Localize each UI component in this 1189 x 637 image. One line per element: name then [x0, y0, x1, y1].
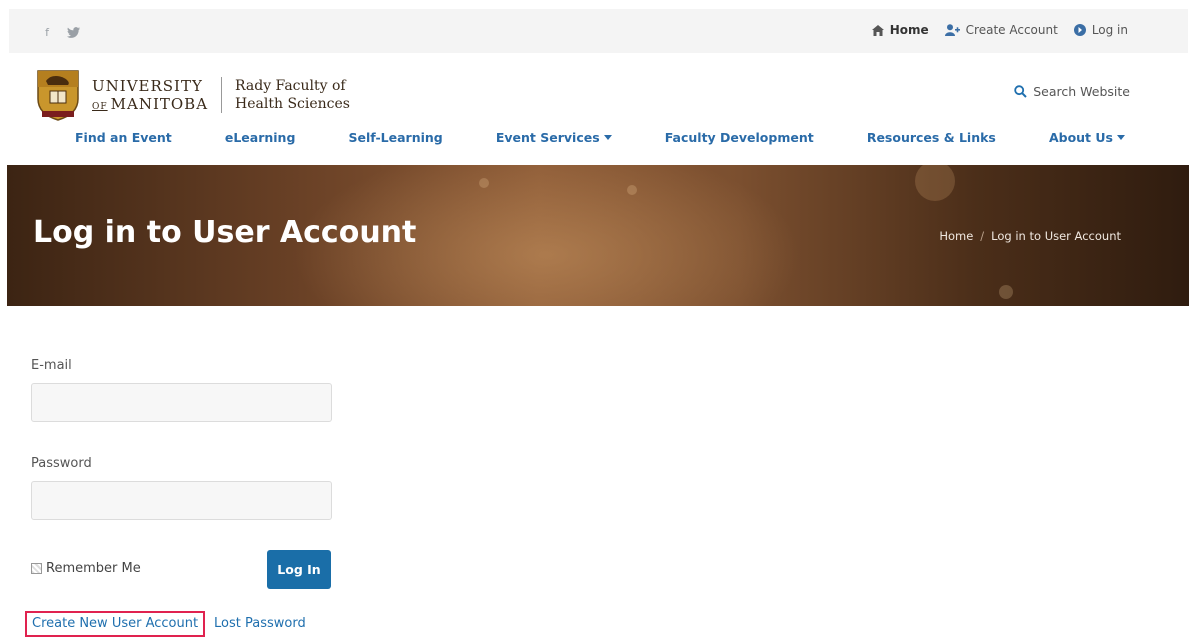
- university-name-manitoba: MANITOBA: [110, 95, 209, 113]
- faculty-name-line1: Rady Faculty of: [235, 78, 346, 94]
- remember-me-label: Remember Me: [46, 561, 141, 576]
- bokeh-light: [627, 185, 637, 195]
- twitter-icon[interactable]: [64, 23, 82, 41]
- bokeh-light: [915, 165, 955, 201]
- remember-me-checkbox[interactable]: [31, 563, 42, 574]
- top-links: Home Create Account Log in: [871, 23, 1128, 37]
- nav-item-resources-links[interactable]: Resources & Links: [867, 130, 996, 145]
- create-new-user-account-link[interactable]: Create New User Account: [25, 611, 206, 637]
- caret-down-icon: [1116, 135, 1125, 140]
- nav-item-label: Event Services: [495, 130, 600, 145]
- email-field[interactable]: [31, 383, 332, 422]
- social-links: f: [38, 23, 82, 41]
- nav-item-label: Self-Learning: [348, 130, 443, 145]
- faculty-name: Rady Faculty of Health Sciences: [235, 77, 350, 113]
- nav-item-event-services[interactable]: Event Services: [496, 130, 612, 145]
- top-link-home[interactable]: Home: [871, 23, 929, 37]
- university-name-line1: UNIVERSITY: [92, 77, 203, 95]
- university-name: UNIVERSITY OF MANITOBA: [92, 77, 208, 113]
- log-in-link-label: Log in: [1091, 23, 1128, 37]
- top-link-create-account[interactable]: Create Account: [944, 23, 1058, 37]
- home-link-label: Home: [889, 23, 929, 37]
- faculty-name-line2: Health Sciences: [235, 96, 350, 112]
- site-logo[interactable]: UNIVERSITY OF MANITOBA Rady Faculty of He…: [36, 69, 350, 121]
- add-user-icon: [944, 24, 960, 36]
- nav-item-find-an-event[interactable]: Find an Event: [75, 130, 172, 145]
- breadcrumb-current: Log in to User Account: [991, 229, 1121, 243]
- bokeh-light: [479, 178, 489, 188]
- university-crest-icon: [37, 70, 79, 121]
- breadcrumb-separator: /: [980, 229, 985, 243]
- nav-item-elearning[interactable]: eLearning: [225, 130, 296, 145]
- logo-divider: [221, 77, 223, 113]
- nav-item-label: eLearning: [224, 130, 296, 145]
- log-in-button[interactable]: Log In: [267, 550, 331, 589]
- create-account-link-label: Create Account: [965, 23, 1058, 37]
- main-nav: Find an Event eLearning Self-Learning Ev…: [75, 130, 1125, 145]
- remember-me[interactable]: Remember Me: [31, 561, 141, 576]
- password-label: Password: [31, 456, 92, 471]
- nav-item-label: Resources & Links: [866, 130, 996, 145]
- top-link-log-in[interactable]: Log in: [1073, 23, 1128, 37]
- nav-item-faculty-development[interactable]: Faculty Development: [665, 130, 814, 145]
- nav-item-label: Find an Event: [75, 130, 172, 145]
- page-header-banner: Log in to User Account Home / Log in to …: [7, 165, 1189, 306]
- bokeh-light: [999, 285, 1013, 299]
- search-website[interactable]: Search Website: [1014, 84, 1130, 99]
- email-label: E-mail: [31, 358, 72, 373]
- breadcrumb: Home / Log in to User Account: [939, 229, 1121, 243]
- facebook-icon[interactable]: f: [38, 23, 56, 41]
- search-icon: [1014, 85, 1027, 98]
- caret-down-icon: [603, 135, 612, 140]
- top-bar: f Home Create Account Log in: [9, 9, 1188, 53]
- nav-item-label: Faculty Development: [664, 130, 814, 145]
- login-arrow-icon: [1073, 24, 1086, 36]
- nav-item-about-us[interactable]: About Us: [1049, 130, 1125, 145]
- lost-password-link[interactable]: Lost Password: [214, 616, 306, 631]
- nav-item-label: About Us: [1048, 130, 1113, 145]
- university-name-of: OF: [92, 102, 108, 112]
- university-name-line2: OF MANITOBA: [92, 95, 208, 113]
- password-field[interactable]: [31, 481, 332, 520]
- search-label: Search Website: [1033, 84, 1130, 99]
- home-icon: [871, 24, 884, 36]
- breadcrumb-home[interactable]: Home: [939, 229, 973, 243]
- page-title: Log in to User Account: [33, 215, 417, 250]
- nav-item-self-learning[interactable]: Self-Learning: [349, 130, 443, 145]
